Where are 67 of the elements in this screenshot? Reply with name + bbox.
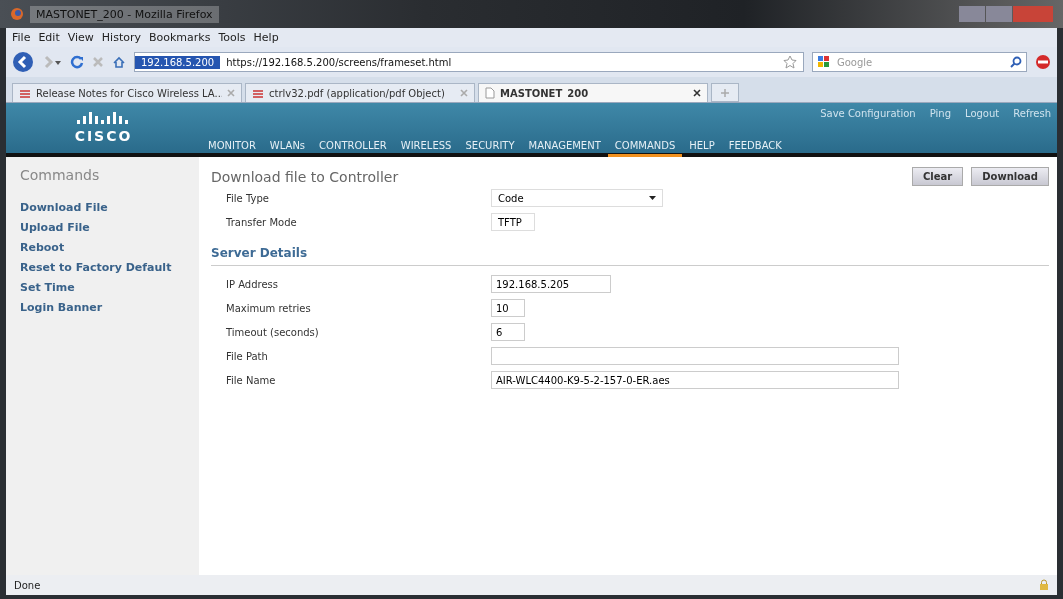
field-label: File Type — [226, 192, 270, 204]
sidebar-link[interactable]: Download File — [20, 201, 185, 214]
field-label: File Name — [226, 374, 277, 386]
caret-icon — [649, 196, 656, 200]
nav-tab[interactable]: SECURITY — [458, 140, 522, 157]
cisco-logo: CISCO — [74, 128, 133, 144]
search-icon[interactable] — [1010, 56, 1022, 68]
sidebar-link[interactable]: Set Time — [20, 281, 185, 294]
pdf-icon — [19, 88, 31, 98]
page-icon — [485, 87, 495, 99]
sidebar-link[interactable]: Upload File — [20, 221, 185, 234]
input-field[interactable]: 10 — [491, 299, 525, 317]
nav-tab[interactable]: MONITOR — [201, 140, 263, 157]
window-controls[interactable] — [959, 6, 1053, 22]
action-button[interactable]: Download — [971, 167, 1049, 186]
reload-icon[interactable] — [70, 55, 84, 69]
address-field[interactable]: 192.168.5.200 https://192.168.5.200/screens/frameset.html — [134, 52, 804, 72]
firefox-icon — [10, 7, 24, 21]
tab-label: MASTONET_200 — [500, 87, 590, 99]
input-field[interactable]: AIR-WLC4400-K9-5-2-157-0-ER.aes — [491, 371, 899, 389]
menu-item[interactable]: History — [101, 31, 141, 44]
padlock-icon — [1039, 579, 1049, 591]
nav-tab[interactable]: WLANs — [262, 140, 313, 157]
sidebar-link[interactable]: Reboot — [20, 241, 185, 254]
field-label: Maximum retries — [226, 302, 312, 314]
sidebar-link[interactable]: Login Banner — [20, 301, 185, 314]
tab-label: Release Notes for Cisco Wireless LA... — [36, 87, 222, 99]
window-title: MASTONET_200 - Mozilla Firefox — [30, 5, 219, 23]
browser-tab[interactable]: Release Notes for Cisco Wireless LA... — [12, 83, 242, 102]
menu-item[interactable]: Bookmarks — [149, 31, 211, 44]
plus-icon — [721, 88, 729, 97]
menu-item[interactable]: Help — [253, 31, 279, 44]
sidebar-link[interactable]: Reset to Factory Default — [20, 261, 185, 274]
field-label: Timeout (seconds) — [226, 326, 320, 338]
browser-tab[interactable]: ctrlv32.pdf (application/pdf Object) — [245, 83, 475, 102]
input-field[interactable] — [491, 347, 899, 365]
nav-tab[interactable]: CONTROLLER — [312, 140, 394, 157]
status-text: Done — [14, 579, 41, 591]
input-field[interactable]: 6 — [491, 323, 525, 341]
dropdown[interactable]: TFTP — [491, 213, 535, 231]
pdf-icon — [252, 88, 264, 98]
menu-item[interactable]: Edit — [38, 31, 60, 44]
nav-tab[interactable]: WIRELESS — [393, 140, 459, 157]
menu-item[interactable]: View — [67, 31, 94, 44]
field-label: Transfer Mode — [226, 216, 298, 228]
site-identity[interactable]: 192.168.5.200 — [135, 55, 221, 69]
field-label: File Path — [226, 350, 269, 362]
page-title: Download file to Controller — [211, 168, 400, 185]
home-icon[interactable] — [112, 55, 126, 69]
dropdown[interactable]: Code — [491, 189, 663, 207]
back-icon[interactable] — [12, 51, 34, 73]
forward-icon[interactable] — [42, 55, 62, 69]
input-field[interactable]: 192.168.5.205 — [491, 275, 611, 293]
browser-tab[interactable]: MASTONET_200 — [478, 83, 708, 102]
action-button[interactable]: Clear — [912, 167, 964, 186]
menu-item[interactable]: Tools — [218, 31, 246, 44]
nav-tab[interactable]: HELP — [682, 140, 722, 157]
close-icon[interactable] — [693, 89, 701, 97]
stop-sign-icon[interactable] — [1035, 54, 1051, 70]
nav-tab[interactable]: MANAGEMENT — [521, 140, 608, 157]
nav-tab[interactable]: FEEDBACK — [721, 140, 789, 157]
sidebar-title: Commands — [20, 167, 101, 183]
section-heading: Server Details — [211, 234, 1049, 266]
menu-item[interactable]: File — [12, 31, 31, 44]
field-label: IP Address — [226, 278, 279, 290]
tab-label: ctrlv32.pdf (application/pdf Object) — [269, 87, 446, 99]
star-icon[interactable] — [783, 55, 797, 69]
